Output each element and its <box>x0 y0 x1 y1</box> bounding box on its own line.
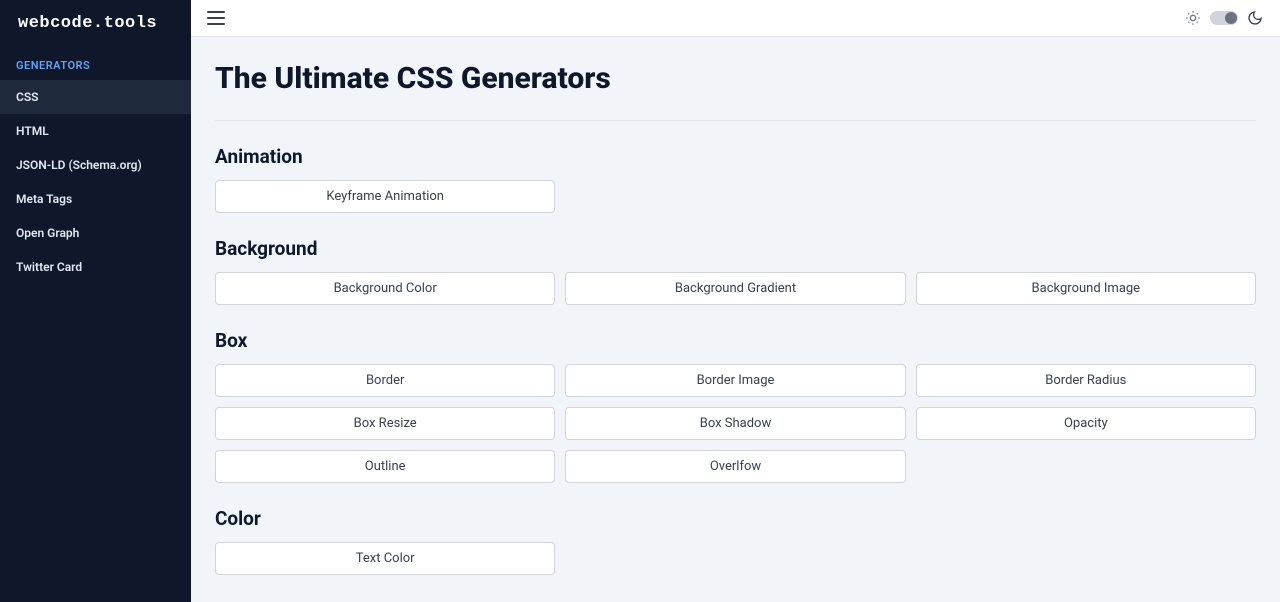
tile-box-shadow[interactable]: Box Shadow <box>565 407 905 440</box>
section-title-color: Color <box>215 507 1256 530</box>
tile-background-color[interactable]: Background Color <box>215 272 555 305</box>
tile-border-image[interactable]: Border Image <box>565 364 905 397</box>
page-title: The Ultimate CSS Generators <box>215 37 1256 121</box>
section-title-animation: Animation <box>215 145 1256 168</box>
sidebar-item-html[interactable]: HTML <box>0 114 191 148</box>
tile-background-image[interactable]: Background Image <box>916 272 1256 305</box>
section-title-background: Background <box>215 237 1256 260</box>
sun-icon[interactable] <box>1184 9 1202 27</box>
section-title-box: Box <box>215 329 1256 352</box>
content: The Ultimate CSS Generators Animation Ke… <box>191 37 1280 602</box>
section-animation: Animation Keyframe Animation <box>215 145 1256 213</box>
menu-icon[interactable] <box>207 11 225 25</box>
sidebar-item-open-graph[interactable]: Open Graph <box>0 216 191 250</box>
tile-opacity[interactable]: Opacity <box>916 407 1256 440</box>
section-background: Background Background Color Background G… <box>215 237 1256 305</box>
section-color: Color Text Color <box>215 507 1256 575</box>
logo[interactable]: webcode.tools <box>0 0 191 47</box>
tile-keyframe-animation[interactable]: Keyframe Animation <box>215 180 555 213</box>
main: The Ultimate CSS Generators Animation Ke… <box>191 0 1280 602</box>
tile-text-color[interactable]: Text Color <box>215 542 555 575</box>
theme-toggle[interactable] <box>1210 11 1238 25</box>
sidebar-section-label: GENERATORS <box>0 47 191 80</box>
tile-border-radius[interactable]: Border Radius <box>916 364 1256 397</box>
tile-background-gradient[interactable]: Background Gradient <box>565 272 905 305</box>
topbar-right <box>1184 9 1264 27</box>
sidebar-item-css[interactable]: CSS <box>0 80 191 114</box>
tile-box-resize[interactable]: Box Resize <box>215 407 555 440</box>
section-box: Box Border Border Image Border Radius Bo… <box>215 329 1256 483</box>
tile-border[interactable]: Border <box>215 364 555 397</box>
moon-icon[interactable] <box>1246 9 1264 27</box>
sidebar: webcode.tools GENERATORS CSS HTML JSON-L… <box>0 0 191 602</box>
tile-outline[interactable]: Outline <box>215 450 555 483</box>
topbar <box>191 0 1280 37</box>
tile-overflow[interactable]: Overlfow <box>565 450 905 483</box>
sidebar-item-meta-tags[interactable]: Meta Tags <box>0 182 191 216</box>
sidebar-item-twitter-card[interactable]: Twitter Card <box>0 250 191 284</box>
sidebar-item-json-ld[interactable]: JSON-LD (Schema.org) <box>0 148 191 182</box>
